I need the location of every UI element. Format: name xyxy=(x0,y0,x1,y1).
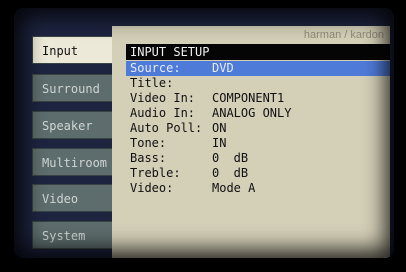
setting-value: COMPONENT1 xyxy=(212,91,285,105)
setting-value: DVD xyxy=(212,61,234,75)
setting-row-tone[interactable]: Tone: IN xyxy=(126,136,390,151)
setting-row-video[interactable]: Video: Mode A xyxy=(126,181,390,196)
setting-row-auto-poll[interactable]: Auto Poll: ON xyxy=(126,121,390,136)
brand-logo: harman / kardon xyxy=(303,29,384,41)
setting-value: 0 dB xyxy=(212,166,249,180)
setting-row-source[interactable]: Source: DVD xyxy=(126,61,390,76)
setting-label: Treble: xyxy=(130,166,181,180)
setting-label: Bass: xyxy=(130,151,167,165)
setting-label: Video In: xyxy=(130,91,196,105)
setting-value: IN xyxy=(212,136,227,150)
setting-label: Tone: xyxy=(130,136,167,150)
setting-value: ON xyxy=(212,121,227,135)
input-setup-panel: harman / kardon INPUT SETUP Source: DVD … xyxy=(112,26,390,258)
setting-value: ANALOG ONLY xyxy=(212,106,292,120)
setting-value: 0 dB xyxy=(212,151,249,165)
setting-label: Auto Poll: xyxy=(130,121,203,135)
setting-label: Title: xyxy=(130,76,174,90)
setting-label: Audio In: xyxy=(130,106,196,120)
setting-row-treble[interactable]: Treble: 0 dB xyxy=(126,166,390,181)
setting-label: Video: xyxy=(130,181,174,195)
setting-value: Mode A xyxy=(212,181,256,195)
setting-row-title[interactable]: Title: xyxy=(126,76,390,91)
setting-label: Source: xyxy=(130,61,181,75)
setting-row-bass[interactable]: Bass: 0 dB xyxy=(126,151,390,166)
setting-row-audio-in[interactable]: Audio In: ANALOG ONLY xyxy=(126,106,390,121)
setting-row-video-in[interactable]: Video In: COMPONENT1 xyxy=(126,91,390,106)
panel-title: INPUT SETUP xyxy=(126,44,390,60)
tv-screen: Input Surround Speaker Multiroom Video S… xyxy=(14,8,394,258)
